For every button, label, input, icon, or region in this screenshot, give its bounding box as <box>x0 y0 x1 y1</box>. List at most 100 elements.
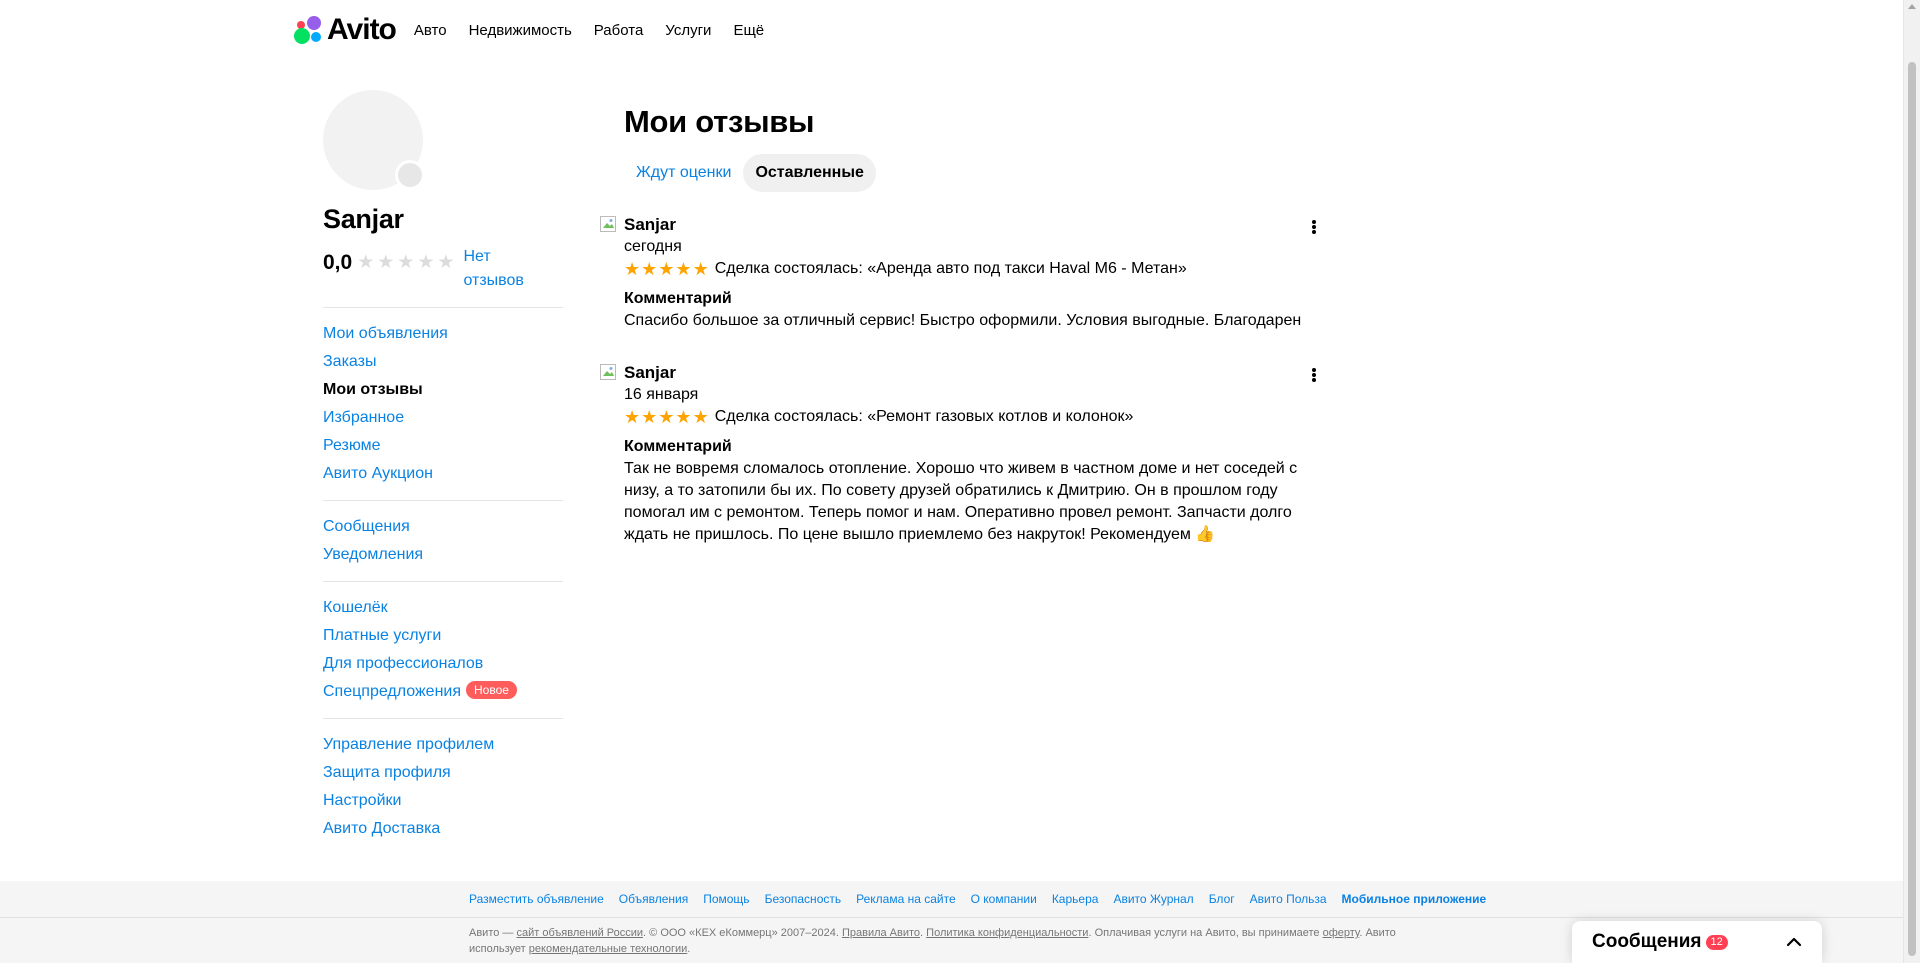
review-body: Sanjar сегодня ★ ★ ★ ★ ★ Сделка состоялась: … <box>624 214 1320 332</box>
menu-special-offers-label: Спецпредложения <box>323 683 461 700</box>
legal-text: . © ООО «КЕХ еКоммерц» 2007–2024. <box>643 927 842 939</box>
deal-text: Сделка состоялась: «Аренда авто под такс… <box>714 260 1187 277</box>
top-nav: Авто Недвижимость Работа Услуги Ещё <box>414 22 764 39</box>
review-author: Sanjar <box>624 363 676 382</box>
star-icon: ★ <box>377 252 395 273</box>
legal-link-rules[interactable]: Правила Авито <box>842 927 920 939</box>
menu-paid-services[interactable]: Платные услуги <box>323 622 563 650</box>
no-reviews-line2: отзывов <box>463 272 524 289</box>
comment-label: Комментарий <box>624 290 732 307</box>
avito-logo[interactable]: Avito <box>293 13 397 46</box>
star-icon: ★ <box>641 259 658 279</box>
menu-settings[interactable]: Настройки <box>323 787 563 815</box>
messages-widget[interactable]: Сообщения 12 <box>1572 921 1822 963</box>
menu-favorites[interactable]: Избранное <box>323 404 563 432</box>
footer-link-careers[interactable]: Карьера <box>1052 892 1099 906</box>
logo-text: Avito <box>327 13 397 46</box>
star-icon: ★ <box>624 407 641 427</box>
more-options-icon[interactable] <box>1306 218 1322 236</box>
menu-profile-management[interactable]: Управление профилем <box>323 731 563 759</box>
comment-text: Так не вовремя сломалось отопление. Хоро… <box>624 460 1298 543</box>
legal-link-privacy[interactable]: Политика конфиденциальности <box>926 927 1088 939</box>
star-icon: ★ <box>658 407 675 427</box>
review-stars: ★ ★ ★ ★ ★ <box>624 408 709 426</box>
star-icon: ★ <box>692 259 709 279</box>
scroll-up-arrow-icon[interactable] <box>1908 4 1916 9</box>
avatar-status-dot <box>395 160 425 190</box>
star-icon: ★ <box>675 259 692 279</box>
menu-messages[interactable]: Сообщения <box>323 513 563 541</box>
chevron-up-icon[interactable] <box>1786 937 1802 947</box>
menu-group-main: Мои объявления Заказы Мои отзывы Избранн… <box>323 307 563 500</box>
footer-link-mobile-app[interactable]: Мобильное приложение <box>1342 892 1487 906</box>
broken-image-icon <box>600 364 616 380</box>
footer-link-help[interactable]: Помощь <box>703 892 749 906</box>
legal-text: . Оплачивая услуги на Авито, вы принимае… <box>1088 927 1323 939</box>
footer-legal: Авито — сайт объявлений России. © ООО «К… <box>469 925 1449 957</box>
more-options-icon[interactable] <box>1306 366 1322 384</box>
review-tabs: Ждут оценки Оставленные <box>624 154 1320 192</box>
legal-text: . <box>687 943 691 955</box>
review-stars: ★ ★ ★ ★ ★ <box>624 260 709 278</box>
page-scrollbar[interactable] <box>1903 0 1920 963</box>
review-rating-row: ★ ★ ★ ★ ★ Сделка состоялась: «Аренда авто по… <box>624 258 1320 280</box>
footer-link-about[interactable]: О компании <box>971 892 1037 906</box>
legal-link-offer[interactable]: оферту <box>1323 927 1360 939</box>
menu-for-pros[interactable]: Для профессионалов <box>323 650 563 678</box>
footer-link-ads[interactable]: Объявления <box>619 892 688 906</box>
legal-link-recommendations[interactable]: рекомендательные технологии <box>529 943 688 955</box>
no-reviews-line1: Нет <box>463 248 491 265</box>
rating-value: 0,0 <box>323 251 353 274</box>
star-icon: ★ <box>357 252 375 273</box>
menu-group-settings: Управление профилем Защита профиля Настр… <box>323 718 563 855</box>
star-icon: ★ <box>641 407 658 427</box>
nav-realty[interactable]: Недвижимость <box>469 22 572 39</box>
nav-jobs[interactable]: Работа <box>594 22 644 39</box>
menu-special-offers[interactable]: Спецпредложения Новое <box>323 678 563 706</box>
tab-pending[interactable]: Ждут оценки <box>624 154 743 192</box>
messages-label: Сообщения <box>1592 931 1702 952</box>
footer-link-advertising[interactable]: Реклама на сайте <box>856 892 956 906</box>
nav-auto[interactable]: Авто <box>414 22 447 39</box>
footer-link-blog[interactable]: Блог <box>1209 892 1235 906</box>
broken-image-icon <box>600 216 616 232</box>
avatar[interactable] <box>323 90 425 190</box>
profile-name: Sanjar <box>323 204 404 234</box>
comment-text: Спасибо большое за отличный сервис! Быст… <box>624 312 1302 329</box>
review-date: 16 января <box>624 386 699 403</box>
site-header: Avito Авто Недвижимость Работа Услуги Ещ… <box>293 10 764 50</box>
star-icon: ★ <box>692 407 709 427</box>
footer-link-benefit[interactable]: Авито Польза <box>1250 892 1327 906</box>
star-icon: ★ <box>624 259 641 279</box>
rating-stars: ★ ★ ★ ★ ★ <box>357 253 454 272</box>
menu-avito-delivery[interactable]: Авито Доставка <box>323 815 563 843</box>
rating-row: 0,0 ★ ★ ★ ★ ★ Нет отзывов <box>323 245 563 293</box>
menu-my-reviews[interactable]: Мои отзывы <box>323 376 563 404</box>
footer-link-post-ad[interactable]: Разместить объявление <box>469 892 604 906</box>
review-item: Sanjar сегодня ★ ★ ★ ★ ★ Сделка состоялась: … <box>600 214 1320 332</box>
no-reviews-link[interactable]: Нет отзывов <box>463 245 523 293</box>
nav-services[interactable]: Услуги <box>665 22 711 39</box>
avito-logo-icon <box>294 16 321 44</box>
legal-link-site[interactable]: сайт объявлений России <box>516 927 643 939</box>
menu-group-comms: Сообщения Уведомления <box>323 500 563 581</box>
menu-profile-protection[interactable]: Защита профиля <box>323 759 563 787</box>
menu-my-ads[interactable]: Мои объявления <box>323 320 563 348</box>
messages-count-badge: 12 <box>1705 934 1728 950</box>
menu-wallet[interactable]: Кошелёк <box>323 594 563 622</box>
profile-sidebar: Sanjar 0,0 ★ ★ ★ ★ ★ Нет отзывов Мои объ… <box>323 90 563 855</box>
menu-orders[interactable]: Заказы <box>323 348 563 376</box>
tab-left[interactable]: Оставленные <box>743 154 876 192</box>
menu-auction[interactable]: Авито Аукцион <box>323 460 563 488</box>
footer-link-security[interactable]: Безопасность <box>765 892 842 906</box>
footer-divider <box>0 917 1903 918</box>
page-title: Мои отзывы <box>624 104 815 139</box>
legal-text: Авито — <box>469 927 517 939</box>
star-icon: ★ <box>675 407 692 427</box>
comment-label: Комментарий <box>624 438 732 455</box>
nav-more[interactable]: Ещё <box>733 22 764 39</box>
footer-link-journal[interactable]: Авито Журнал <box>1113 892 1193 906</box>
scrollbar-thumb[interactable] <box>1908 62 1916 956</box>
menu-notifications[interactable]: Уведомления <box>323 541 563 569</box>
menu-resume[interactable]: Резюме <box>323 432 563 460</box>
